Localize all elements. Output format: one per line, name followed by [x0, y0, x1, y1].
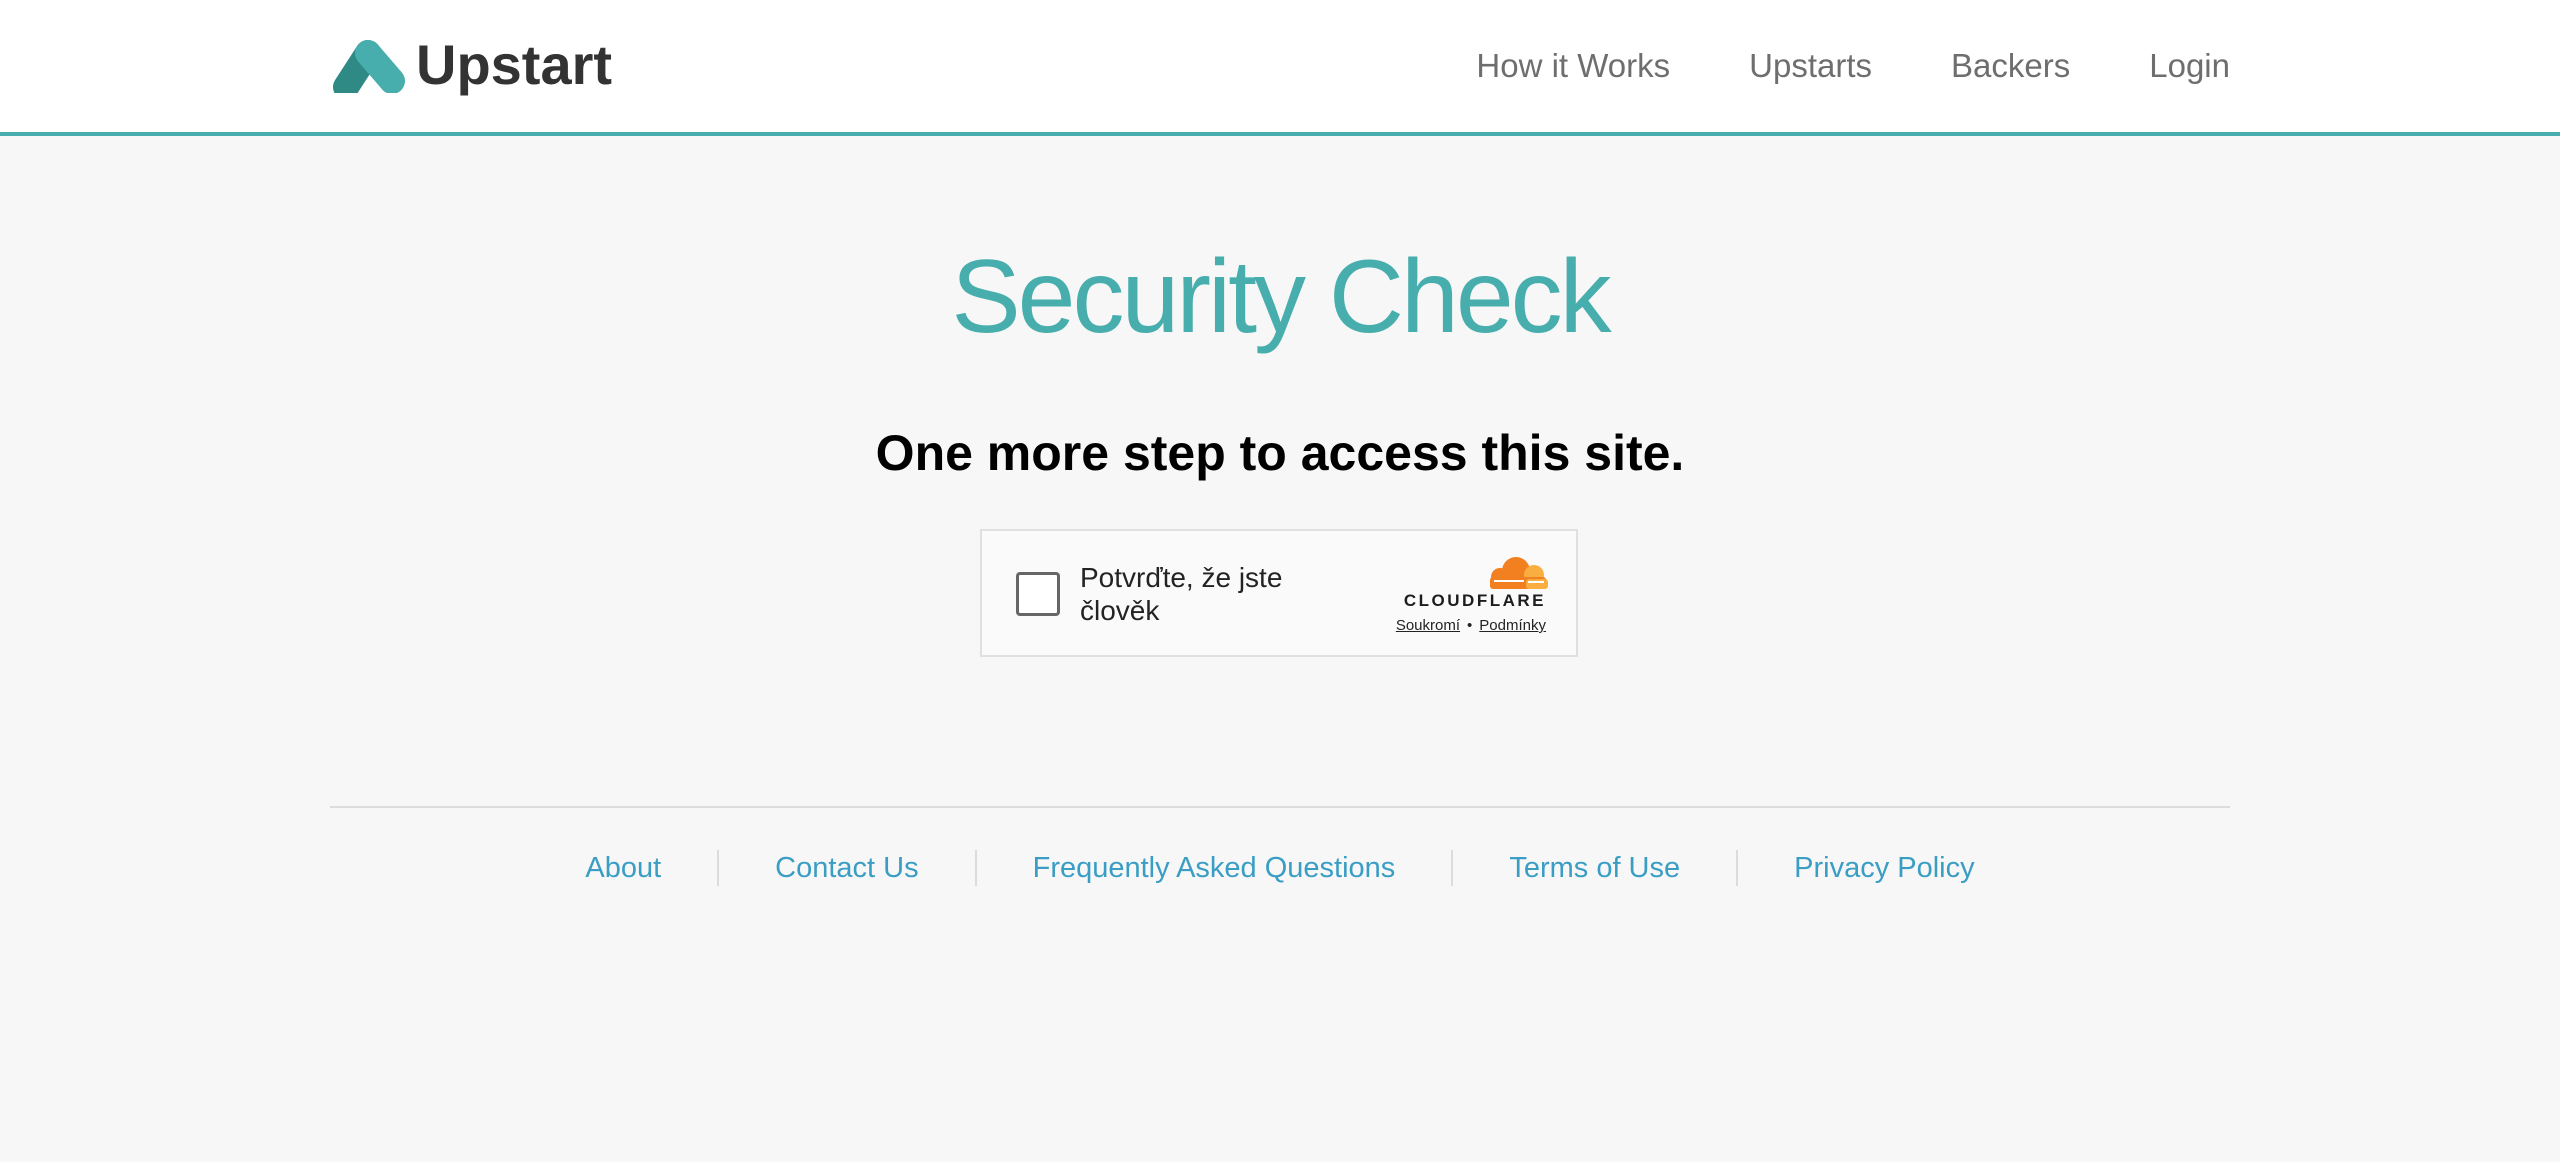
logo-text: Upstart	[416, 33, 613, 96]
nav-upstarts[interactable]: Upstarts	[1749, 44, 1872, 88]
page-title: Security Check	[951, 239, 1611, 355]
nav-backers[interactable]: Backers	[1951, 44, 2070, 88]
footer-link-about[interactable]: About	[529, 848, 717, 888]
footer-link-privacy[interactable]: Privacy Policy	[1738, 848, 2031, 888]
nav-how-it-works[interactable]: How it Works	[1476, 44, 1670, 88]
site-header: Upstart How it Works Upstarts Backers Lo…	[0, 0, 2560, 136]
footer-divider	[330, 806, 2230, 808]
terms-link[interactable]: Podmínky	[1479, 617, 1546, 634]
upstart-logo-icon	[333, 40, 405, 93]
main-nav: How it Works Upstarts Backers Login	[1476, 44, 2230, 88]
nav-login[interactable]: Login	[2149, 44, 2230, 88]
upstart-logo[interactable]: Upstart	[330, 30, 612, 100]
footer-nav: About Contact Us Frequently Asked Questi…	[0, 848, 2560, 888]
link-separator: •	[1467, 617, 1473, 634]
footer-link-contact[interactable]: Contact Us	[719, 848, 974, 888]
page-subtitle: One more step to access this site.	[875, 425, 1685, 481]
cloudflare-captcha-widget: Potvrďte, že jste člověk CLOUDFLARE Souk…	[980, 529, 1578, 657]
cloudflare-logo-icon	[1490, 557, 1548, 589]
footer-link-faq[interactable]: Frequently Asked Questions	[977, 848, 1452, 888]
cloudflare-links: Soukromí • Podmínky	[1396, 617, 1546, 634]
privacy-link[interactable]: Soukromí	[1396, 617, 1460, 634]
footer-link-terms[interactable]: Terms of Use	[1453, 848, 1736, 888]
human-verification-checkbox[interactable]	[1016, 572, 1060, 616]
cloudflare-wordmark: CLOUDFLARE	[1403, 591, 1546, 610]
verification-label: Potvrďte, že jste člověk	[1080, 562, 1283, 626]
